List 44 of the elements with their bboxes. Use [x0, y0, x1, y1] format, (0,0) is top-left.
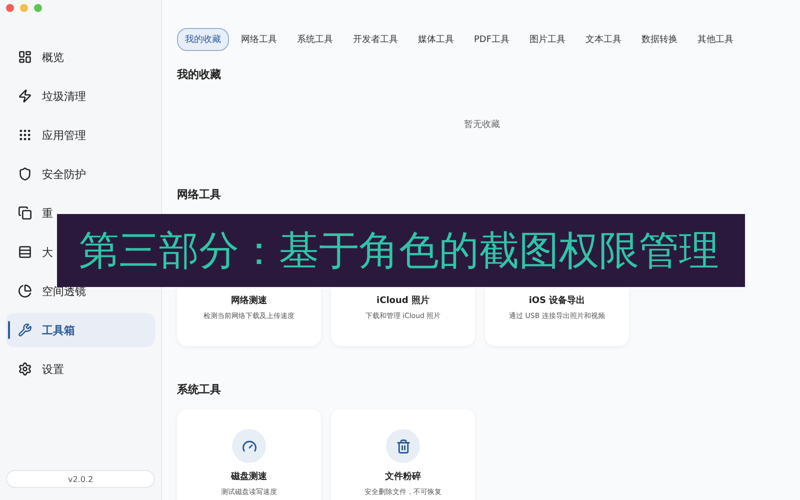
tab[interactable]: 文本工具	[578, 28, 630, 51]
tab[interactable]: 开发者工具	[345, 28, 406, 51]
tab[interactable]: 图片工具	[522, 28, 574, 51]
tab[interactable]: 其他工具	[690, 28, 742, 51]
section-heading: 我的收藏	[177, 67, 222, 82]
sidebar-item[interactable]: 重	[6, 205, 55, 221]
zoom-window-button[interactable]	[34, 4, 42, 12]
sidebar-item[interactable]: 概览	[6, 49, 66, 65]
gauge-icon	[242, 438, 256, 454]
section-heading: 网络工具	[177, 187, 222, 202]
active-indicator	[8, 321, 10, 339]
shield-icon	[18, 167, 32, 181]
tool-title: iOS 设备导出	[528, 294, 586, 307]
tab[interactable]: 数据转换	[634, 28, 686, 51]
grid-icon	[18, 128, 32, 142]
sidebar-item[interactable]: 大	[6, 244, 55, 260]
tool-title: iCloud 照片	[376, 294, 430, 307]
title-banner: 第三部分：基于角色的截图权限管理	[57, 214, 745, 287]
tool-title: 网络测速	[231, 294, 267, 307]
sidebar-item[interactable]: 设置	[6, 361, 66, 377]
trash-icon	[396, 438, 410, 454]
tool-title: 磁盘测速	[231, 470, 267, 483]
sidebar-item[interactable]: 垃圾清理	[6, 88, 88, 104]
tool-title: 文件粉碎	[385, 470, 421, 483]
pie-chart-icon	[18, 284, 32, 298]
list-icon	[18, 245, 32, 259]
tab[interactable]: 系统工具	[289, 28, 341, 51]
tab[interactable]: 我的收藏	[177, 28, 229, 51]
empty-message: 暂无收藏	[463, 118, 501, 132]
dashboard-icon	[18, 50, 32, 64]
version-label: v2.0.2	[6, 470, 155, 488]
tab[interactable]: 网络工具	[233, 28, 285, 51]
copy-icon	[18, 206, 32, 220]
section-heading: 系统工具	[177, 382, 222, 397]
tab[interactable]: PDF工具	[466, 28, 518, 51]
sidebar-item[interactable]: 工具箱	[6, 313, 155, 347]
sidebar-item[interactable]: 应用管理	[6, 127, 88, 143]
close-window-button[interactable]	[6, 4, 14, 12]
settings-icon	[18, 362, 32, 376]
lightning-icon	[18, 89, 32, 103]
tab[interactable]: 媒体工具	[410, 28, 462, 51]
minimize-window-button[interactable]	[20, 4, 28, 12]
wrench-icon	[18, 323, 32, 337]
sidebar-item[interactable]: 安全防护	[6, 166, 88, 182]
